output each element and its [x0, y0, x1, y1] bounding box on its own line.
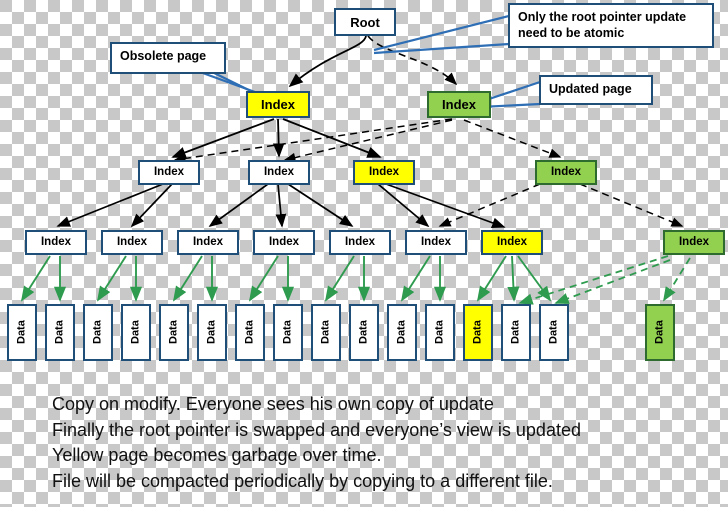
level1-index-updated[interactable]: Index	[427, 91, 491, 118]
level2-index-updated-label: Index	[550, 165, 582, 178]
level3-index-obsolete[interactable]: Index	[481, 230, 543, 255]
data-node-7[interactable]: Data	[235, 304, 265, 361]
level3-index-3[interactable]: Index	[177, 230, 239, 255]
level3-index-6[interactable]: Index	[405, 230, 467, 255]
data-node-15[interactable]: Data	[539, 304, 569, 361]
caption-line-2: Finally the root pointer is swapped and …	[52, 419, 581, 440]
data-node-11[interactable]: Data	[387, 304, 417, 361]
level3-index-5-label: Index	[344, 235, 376, 248]
data-node-12-label: Data	[433, 320, 446, 345]
root-pointer-callout: Only the root pointer update need to be …	[508, 3, 714, 48]
root-node[interactable]: Root	[334, 8, 396, 36]
level3-index-5[interactable]: Index	[329, 230, 391, 255]
level3-index-updated[interactable]: Index	[663, 230, 725, 255]
data-node-14-label: Data	[509, 320, 522, 345]
level3-index-obsolete-label: Index	[496, 235, 528, 248]
root-node-label: Root	[350, 14, 380, 30]
level3-index-1[interactable]: Index	[25, 230, 87, 255]
level3-index-2-label: Index	[116, 235, 148, 248]
level3-index-3-label: Index	[192, 235, 224, 248]
data-node-9-label: Data	[319, 320, 332, 345]
obsolete-page-callout-text: Obsolete page	[120, 49, 207, 63]
data-node-5-label: Data	[167, 320, 180, 345]
data-node-8[interactable]: Data	[273, 304, 303, 361]
data-node-1-label: Data	[15, 320, 28, 345]
data-node-4[interactable]: Data	[121, 304, 151, 361]
data-node-5[interactable]: Data	[159, 304, 189, 361]
level2-index-obsolete[interactable]: Index	[353, 160, 415, 185]
data-node-3[interactable]: Data	[83, 304, 113, 361]
data-node-2[interactable]: Data	[45, 304, 75, 361]
data-node-updated[interactable]: Data	[645, 304, 675, 361]
data-node-6[interactable]: Data	[197, 304, 227, 361]
level3-index-1-label: Index	[40, 235, 72, 248]
data-node-6-label: Data	[205, 320, 218, 345]
level3-index-4-label: Index	[268, 235, 300, 248]
data-node-7-label: Data	[243, 320, 256, 345]
level1-index-obsolete[interactable]: Index	[246, 91, 310, 118]
root-pointer-callout-line2: need to be atomic	[518, 25, 625, 40]
level2-index-2[interactable]: Index	[248, 160, 310, 185]
caption-block: Copy on modify. Everyone sees his own co…	[52, 392, 712, 494]
caption-line-1: Copy on modify. Everyone sees his own co…	[52, 394, 494, 414]
data-node-9[interactable]: Data	[311, 304, 341, 361]
data-node-11-label: Data	[395, 320, 408, 345]
level2-index-1-label: Index	[153, 165, 185, 178]
data-node-3-label: Data	[91, 320, 104, 345]
data-node-10[interactable]: Data	[349, 304, 379, 361]
level1-index-obsolete-label: Index	[261, 97, 295, 112]
level3-index-updated-label: Index	[678, 235, 710, 248]
level2-index-1[interactable]: Index	[138, 160, 200, 185]
data-node-obsolete-label: Data	[471, 320, 484, 345]
level1-index-updated-label: Index	[442, 97, 476, 112]
obsolete-page-callout: Obsolete page	[110, 42, 226, 74]
data-node-obsolete[interactable]: Data	[463, 304, 493, 361]
data-node-1[interactable]: Data	[7, 304, 37, 361]
data-node-10-label: Data	[357, 320, 370, 345]
level3-index-4[interactable]: Index	[253, 230, 315, 255]
data-node-14[interactable]: Data	[501, 304, 531, 361]
level2-index-updated[interactable]: Index	[535, 160, 597, 185]
level3-index-6-label: Index	[420, 235, 452, 248]
data-node-updated-label: Data	[653, 320, 666, 345]
level2-index-2-label: Index	[263, 165, 295, 178]
diagram-canvas: Root Obsolete page Only the root pointer…	[0, 0, 728, 507]
root-pointer-callout-line1: Only the root pointer update	[518, 10, 687, 24]
data-node-8-label: Data	[281, 320, 294, 345]
updated-page-callout-text: Updated page	[549, 82, 632, 96]
level3-index-2[interactable]: Index	[101, 230, 163, 255]
data-node-2-label: Data	[53, 320, 66, 345]
caption-line-3: Yellow page becomes garbage over time.	[52, 445, 382, 466]
caption-line-4: File will be compacted periodically by c…	[52, 470, 553, 491]
data-node-4-label: Data	[129, 320, 142, 345]
updated-page-callout: Updated page	[539, 75, 653, 105]
data-node-12[interactable]: Data	[425, 304, 455, 361]
level2-index-obsolete-label: Index	[368, 165, 400, 178]
data-node-15-label: Data	[547, 320, 560, 345]
